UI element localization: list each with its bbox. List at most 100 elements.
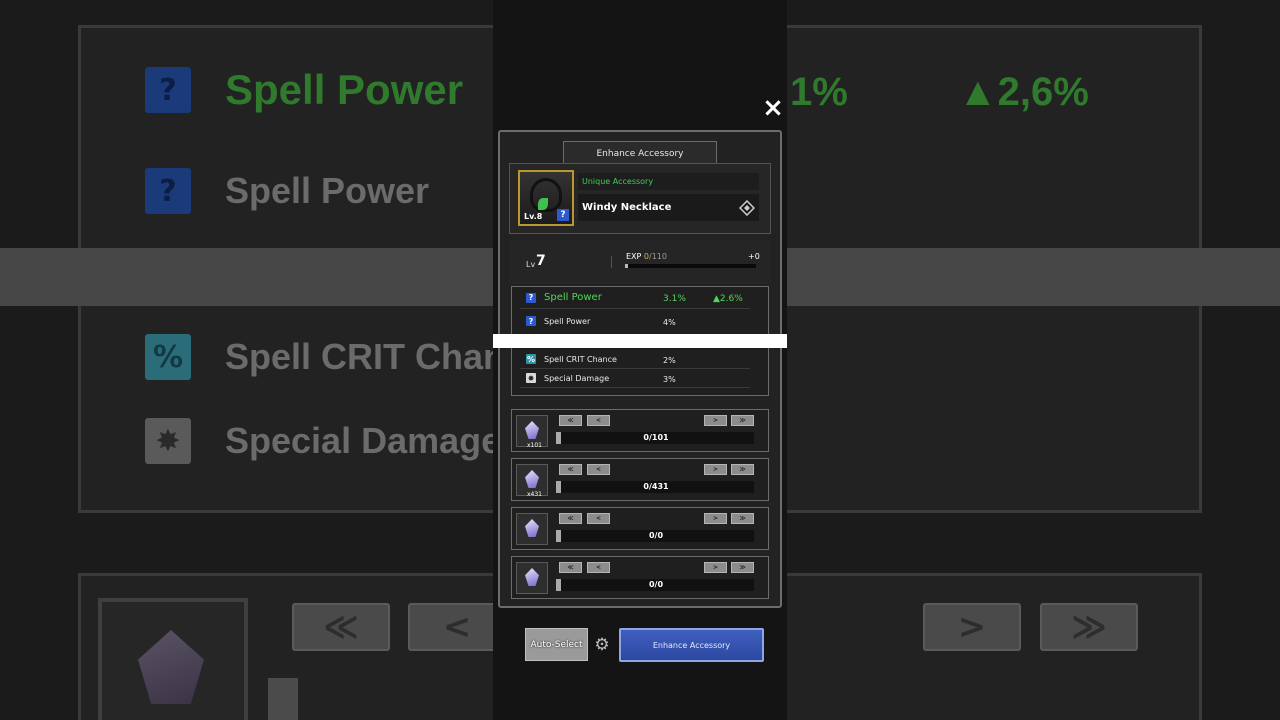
background-stat-label: Special Damage (225, 420, 502, 461)
material-slider[interactable]: 0/0 (556, 579, 754, 591)
material-count: x101 (527, 442, 543, 449)
stat-increase: ▲2.6% (713, 294, 743, 304)
decrease-button[interactable]: < (587, 513, 610, 524)
percent-icon: % (145, 334, 191, 380)
increase-button[interactable]: > (704, 415, 727, 426)
background-stat-increase: ▲2,6% (958, 70, 1089, 114)
background-stat-row: ? Spell Power (145, 168, 429, 214)
material-amount: 0/101 (643, 433, 669, 442)
decrease-button[interactable]: < (587, 464, 610, 475)
background-prev-button: < (408, 603, 506, 651)
material-slider[interactable]: 0/0 (556, 530, 754, 542)
stat-row: ✸ Special Damage (526, 373, 609, 383)
material-slot[interactable] (516, 513, 548, 545)
max-decrease-button[interactable]: ≪ (559, 562, 582, 573)
background-stat-label: Spell Power (225, 170, 430, 211)
enhance-accessory-button[interactable]: Enhance Accessory (619, 628, 764, 662)
material-row: x101 ≪ < > ≫ 0/101 (511, 409, 769, 452)
stat-row: ? Spell Power (526, 316, 590, 326)
divider (520, 387, 750, 388)
material-slot[interactable]: x101 (516, 415, 548, 449)
background-stat-row: % Spell CRIT Chanc (145, 334, 525, 380)
material-amount: 0/0 (648, 531, 664, 540)
material-amount: 0/431 (643, 482, 669, 491)
increase-button[interactable]: > (704, 513, 727, 524)
exp-gain: +0 (748, 252, 760, 261)
max-decrease-button[interactable]: ≪ (559, 415, 582, 426)
percent-icon: % (526, 354, 536, 364)
crystal-icon (525, 568, 539, 586)
max-increase-button[interactable]: ≫ (731, 415, 754, 426)
material-row: ≪ < > ≫ 0/0 (511, 507, 769, 550)
white-overlay-bar (493, 334, 787, 348)
gear-icon[interactable]: ⚙ (593, 636, 611, 654)
lock-icon[interactable] (739, 200, 755, 216)
level-panel (509, 240, 771, 284)
stat-value: 2% (663, 356, 676, 365)
dialog-title-tab: Enhance Accessory (563, 141, 717, 165)
material-slot[interactable] (516, 562, 548, 594)
background-stat-row: ✸ Special Damage (145, 418, 501, 464)
background-last-button: ≫ (1040, 603, 1138, 651)
background-slider-handle (268, 678, 298, 720)
material-row: x431 ≪ < > ≫ 0/431 (511, 458, 769, 501)
stat-label: Spell Power (544, 316, 591, 326)
max-increase-button[interactable]: ≫ (731, 562, 754, 573)
question-icon: ? (557, 209, 569, 221)
background-stat-row: ? Spell Power (145, 66, 463, 114)
item-thumbnail[interactable]: Lv.8 ? (518, 170, 574, 226)
background-next-button: > (923, 603, 1021, 651)
crystal-icon (525, 470, 539, 488)
question-icon: ? (526, 292, 536, 303)
question-icon: ? (145, 67, 191, 113)
increase-button[interactable]: > (704, 562, 727, 573)
crystal-icon (525, 519, 539, 537)
stat-label: Special Damage (544, 373, 610, 383)
auto-select-button[interactable]: Auto-Select (525, 628, 588, 661)
max-decrease-button[interactable]: ≪ (559, 513, 582, 524)
material-slot[interactable]: x431 (516, 464, 548, 498)
close-icon[interactable]: × (761, 95, 785, 121)
item-rarity: Unique Accessory (582, 177, 654, 186)
background-stat-value: 1% (790, 70, 848, 114)
stat-value: 3% (663, 375, 676, 384)
level-label: Lv (526, 260, 536, 269)
background-first-button: ≪ (292, 603, 390, 651)
exp-bar (625, 264, 756, 268)
stat-label: Spell CRIT Chance (544, 354, 617, 364)
level-value: 7 (536, 253, 546, 269)
background-stat-label: Spell CRIT Chanc (225, 336, 526, 377)
crystal-icon (525, 421, 539, 439)
exp-max: /110 (649, 252, 667, 261)
divider (611, 256, 612, 268)
burst-icon: ✸ (526, 373, 536, 383)
item-name: Windy Necklace (582, 202, 672, 213)
max-increase-button[interactable]: ≫ (731, 464, 754, 475)
stat-label: Spell Power (544, 292, 602, 303)
leaf-gem-icon (538, 198, 548, 210)
question-icon: ? (526, 316, 536, 326)
divider (520, 308, 750, 309)
burst-icon: ✸ (145, 418, 191, 464)
exp-label: EXP 0/110 (626, 252, 667, 261)
stat-value: 3.1% (663, 294, 686, 304)
exp-title: EXP (626, 252, 642, 261)
divider (520, 368, 750, 369)
question-icon: ? (145, 168, 191, 214)
material-slider[interactable]: 0/101 (556, 432, 754, 444)
decrease-button[interactable]: < (587, 562, 610, 573)
material-slider[interactable]: 0/431 (556, 481, 754, 493)
material-count: x431 (527, 491, 543, 498)
item-thumb-level: Lv.8 (524, 212, 543, 221)
background-stat-label: Spell Power (225, 66, 464, 113)
exp-bar-fill (625, 264, 628, 268)
max-increase-button[interactable]: ≫ (731, 513, 754, 524)
decrease-button[interactable]: < (587, 415, 610, 426)
increase-button[interactable]: > (704, 464, 727, 475)
stat-value: 4% (663, 318, 676, 327)
max-decrease-button[interactable]: ≪ (559, 464, 582, 475)
stat-row: % Spell CRIT Chance (526, 354, 617, 364)
stat-row-main: ? Spell Power (526, 292, 602, 303)
material-row: ≪ < > ≫ 0/0 (511, 556, 769, 599)
material-amount: 0/0 (648, 580, 664, 589)
